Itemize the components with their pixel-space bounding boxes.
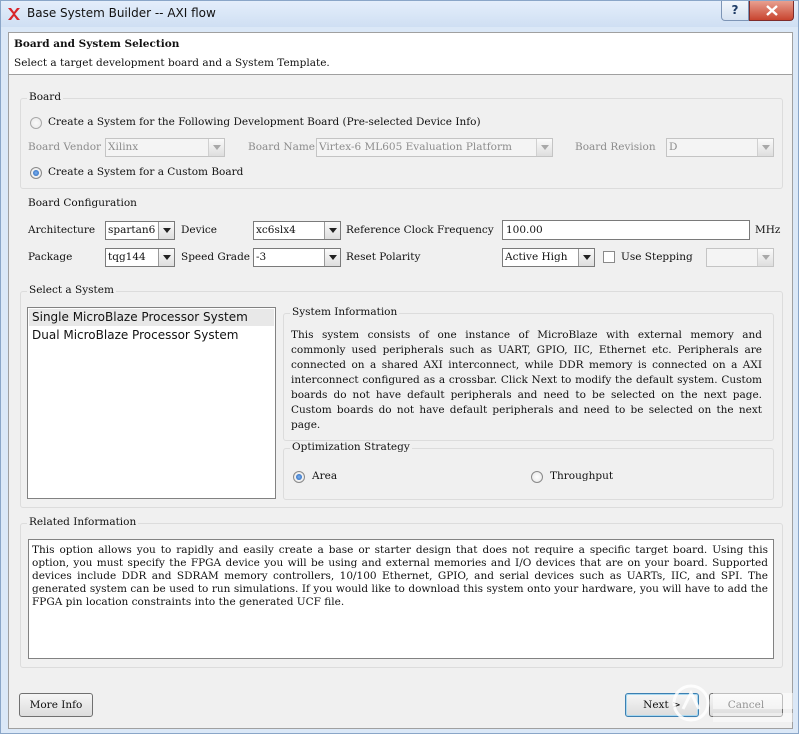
chevron-down-icon [762,145,770,150]
ref-clock-label: Reference Clock Frequency [346,224,494,236]
reset-polarity-dropdown[interactable] [578,249,594,266]
page-title: Board and System Selection [14,38,180,50]
system-info-text: This system consists of one instance of … [291,329,762,431]
reset-polarity-value: Active High [505,251,568,263]
package-combo[interactable]: tqg144 [105,248,175,267]
window-title: Base System Builder -- AXI flow [27,6,216,20]
related-info-textarea[interactable]: This option allows you to rapidly and ea… [28,539,774,659]
related-info-text: This option allows you to rapidly and ea… [32,544,768,608]
board-vendor-label: Board Vendor [28,141,102,153]
board-name-value: Virtex-6 ML605 Evaluation Platform [319,141,512,153]
board-name-label: Board Name [248,141,315,153]
help-button[interactable]: ? [721,1,749,21]
dialog-header: Board and System Selection Select a targ… [9,33,792,75]
stepping-dropdown[interactable] [757,249,773,266]
list-item-dual-microblaze[interactable]: Dual MicroBlaze Processor System [29,327,274,344]
optimization-group: Optimization Strategy [283,441,774,500]
board-revision-dropdown[interactable] [757,139,773,156]
radio-custom-board[interactable] [30,167,42,179]
package-value: tqg144 [108,251,146,263]
related-info-legend: Related Information [27,516,139,528]
page-subtitle: Select a target development board and a … [14,57,330,69]
radio-throughput-label: Throughput [550,470,614,482]
chevron-down-icon [583,255,591,260]
device-dropdown[interactable] [324,222,340,239]
title-bar[interactable]: Base System Builder -- AXI flow ? [1,1,798,27]
architecture-label: Architecture [28,224,96,236]
chevron-down-icon [213,145,221,150]
radio-throughput[interactable] [531,471,543,483]
board-vendor-value: Xilinx [108,141,139,153]
chevron-down-icon [541,145,549,150]
chevron-down-icon [163,228,171,233]
system-info-legend: System Information [290,306,400,318]
board-legend: Board [27,91,64,103]
package-label: Package [28,251,73,263]
device-value: xc6slx4 [256,224,296,236]
architecture-value: spartan6 [108,224,156,236]
speed-grade-value: -3 [256,251,267,263]
ref-clock-unit: MHz [755,224,781,236]
close-icon [765,5,778,16]
more-info-button[interactable]: More Info [19,693,93,717]
use-stepping-checkbox[interactable] [603,251,615,263]
ref-clock-value: 100.00 [506,224,543,236]
board-vendor-dropdown[interactable] [208,139,224,156]
main-window: Base System Builder -- AXI flow ? Board … [0,0,799,734]
radio-dev-board[interactable] [30,117,42,129]
list-item-single-microblaze[interactable]: Single MicroBlaze Processor System [29,309,274,326]
ref-clock-input[interactable]: 100.00 [502,220,750,240]
board-config-legend: Board Configuration [28,197,137,209]
radio-area-label: Area [312,470,338,482]
architecture-dropdown[interactable] [158,222,174,239]
chevron-down-icon [329,255,337,260]
stepping-combo[interactable] [706,248,774,267]
reset-polarity-label: Reset Polarity [346,251,421,263]
use-stepping-label: Use Stepping [621,251,693,263]
radio-custom-board-label: Create a System for a Custom Board [48,166,244,178]
radio-area[interactable] [293,471,305,483]
system-list[interactable]: Single MicroBlaze Processor System Dual … [27,307,276,499]
chevron-down-icon [762,255,770,260]
board-revision-combo[interactable]: D [666,138,774,157]
board-name-combo[interactable]: Virtex-6 ML605 Evaluation Platform [316,138,553,157]
board-revision-value: D [669,141,678,153]
board-vendor-combo[interactable]: Xilinx [105,138,225,157]
board-revision-label: Board Revision [575,141,656,153]
speed-grade-dropdown[interactable] [324,249,340,266]
architecture-combo[interactable]: spartan6 [105,221,175,240]
board-name-dropdown[interactable] [536,139,552,156]
chevron-down-icon [163,255,171,260]
device-label: Device [181,224,218,236]
radio-dev-board-label: Create a System for the Following Develo… [48,116,481,128]
speed-grade-label: Speed Grade [181,251,251,263]
chevron-down-icon [329,228,337,233]
watermark-logo-icon [672,684,793,722]
xilinx-app-icon [8,8,20,20]
dialog-client: Board and System Selection Select a targ… [8,32,793,729]
device-combo[interactable]: xc6slx4 [253,221,341,240]
close-button[interactable] [749,1,794,21]
select-system-legend: Select a System [27,284,116,296]
speed-grade-combo[interactable]: -3 [253,248,341,267]
package-dropdown[interactable] [158,249,174,266]
reset-polarity-combo[interactable]: Active High [502,248,595,267]
optimization-legend: Optimization Strategy [290,441,412,453]
